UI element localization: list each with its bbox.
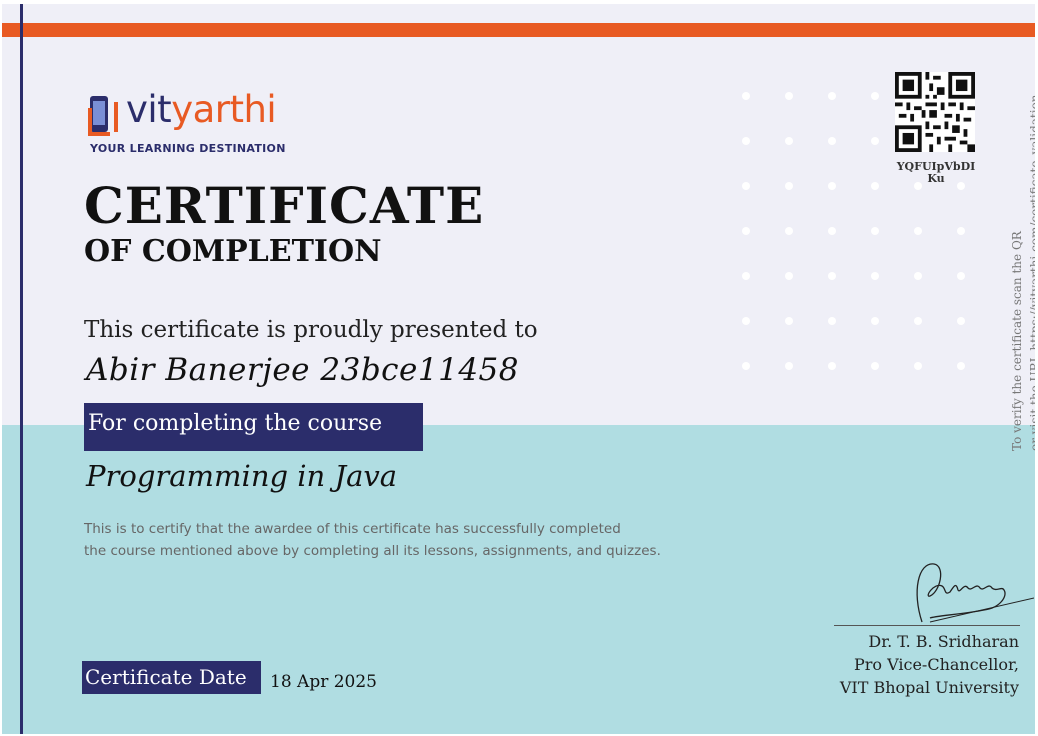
decorative-dot: [871, 227, 879, 235]
brand-wordmark: vityarthi: [126, 88, 277, 131]
decorative-dot: [785, 362, 793, 370]
decorative-dot: [785, 182, 793, 190]
decorative-dot: [828, 272, 836, 280]
course-label: For completing the course: [88, 411, 383, 436]
decorative-dot: [742, 317, 750, 325]
signature-line: [834, 625, 1020, 626]
certificate-title: CERTIFICATE: [84, 176, 485, 235]
decorative-dot: [785, 137, 793, 145]
decorative-dot: [785, 317, 793, 325]
decorative-dot: [957, 272, 965, 280]
verification-line-1: To verify the certificate scan the QR: [1010, 231, 1024, 451]
brand-tagline: YOUR LEARNING DESTINATION: [90, 142, 286, 155]
decorative-dot: [828, 137, 836, 145]
decorative-dot: [957, 317, 965, 325]
decorative-dot: [742, 272, 750, 280]
description-line-1: This is to certify that the awardee of t…: [84, 521, 621, 537]
decorative-dot: [785, 227, 793, 235]
decorative-dot: [828, 317, 836, 325]
signatory-institution: VIT Bhopal University: [839, 678, 1019, 697]
decorative-dot: [828, 92, 836, 100]
decorative-dot: [957, 362, 965, 370]
left-vertical-line: [20, 4, 23, 734]
decorative-dot: [957, 227, 965, 235]
certificate: vityarthi YOUR LEARNING DESTINATION CERT…: [2, 4, 1035, 734]
decorative-dot: [742, 137, 750, 145]
course-name: Programming in Java: [86, 459, 398, 493]
date-label-box: Certificate Date: [82, 661, 261, 694]
certificate-description: This is to certify that the awardee of t…: [84, 518, 661, 562]
decorative-dot: [785, 272, 793, 280]
decorative-dot: [871, 92, 879, 100]
top-accent-bar: [2, 23, 1035, 37]
decorative-dot: [785, 92, 793, 100]
verification-note: To verify the certificate scan the QR or…: [1008, 94, 1035, 451]
presented-text: This certificate is proudly presented to: [84, 317, 538, 343]
decorative-dot: [871, 137, 879, 145]
course-label-box: For completing the course: [84, 403, 423, 451]
recipient-name: Abir Banerjee 23bce11458: [86, 352, 519, 388]
decorative-dot: [914, 362, 922, 370]
decorative-dot: [871, 317, 879, 325]
decorative-dot: [828, 182, 836, 190]
decorative-dot: [914, 317, 922, 325]
qr-code-text: YQFUIpVbDIKu: [896, 160, 976, 185]
date-label: Certificate Date: [85, 665, 247, 689]
phone-book-icon: [88, 96, 118, 136]
signature-image: [916, 563, 1034, 623]
decorative-dot: [742, 362, 750, 370]
certificate-subtitle: OF COMPLETION: [84, 234, 382, 269]
signatory-block: Dr. T. B. Sridharan Pro Vice-Chancellor,…: [840, 630, 1019, 699]
decorative-dot: [871, 362, 879, 370]
decorative-dot: [914, 227, 922, 235]
brand-prefix: vit: [126, 88, 172, 131]
decorative-dot: [828, 227, 836, 235]
description-line-2: the course mentioned above by completing…: [84, 543, 661, 559]
vityarthi-logo: vityarthi YOUR LEARNING DESTINATION: [86, 88, 286, 156]
decorative-dot: [828, 362, 836, 370]
brand-suffix: yarthi: [171, 88, 277, 131]
decorative-dot: [742, 182, 750, 190]
decorative-dot: [871, 182, 879, 190]
decorative-dot: [742, 92, 750, 100]
signatory-name: Dr. T. B. Sridharan: [868, 632, 1019, 651]
decorative-dot: [742, 227, 750, 235]
qr-code-icon: [895, 72, 975, 152]
signatory-designation: Pro Vice-Chancellor,: [853, 655, 1019, 674]
decorative-dot: [914, 272, 922, 280]
verification-line-2: or visit the URL https://vityarthi.com/c…: [1028, 94, 1035, 451]
certificate-date: 18 Apr 2025: [270, 672, 377, 692]
decorative-dot: [871, 272, 879, 280]
